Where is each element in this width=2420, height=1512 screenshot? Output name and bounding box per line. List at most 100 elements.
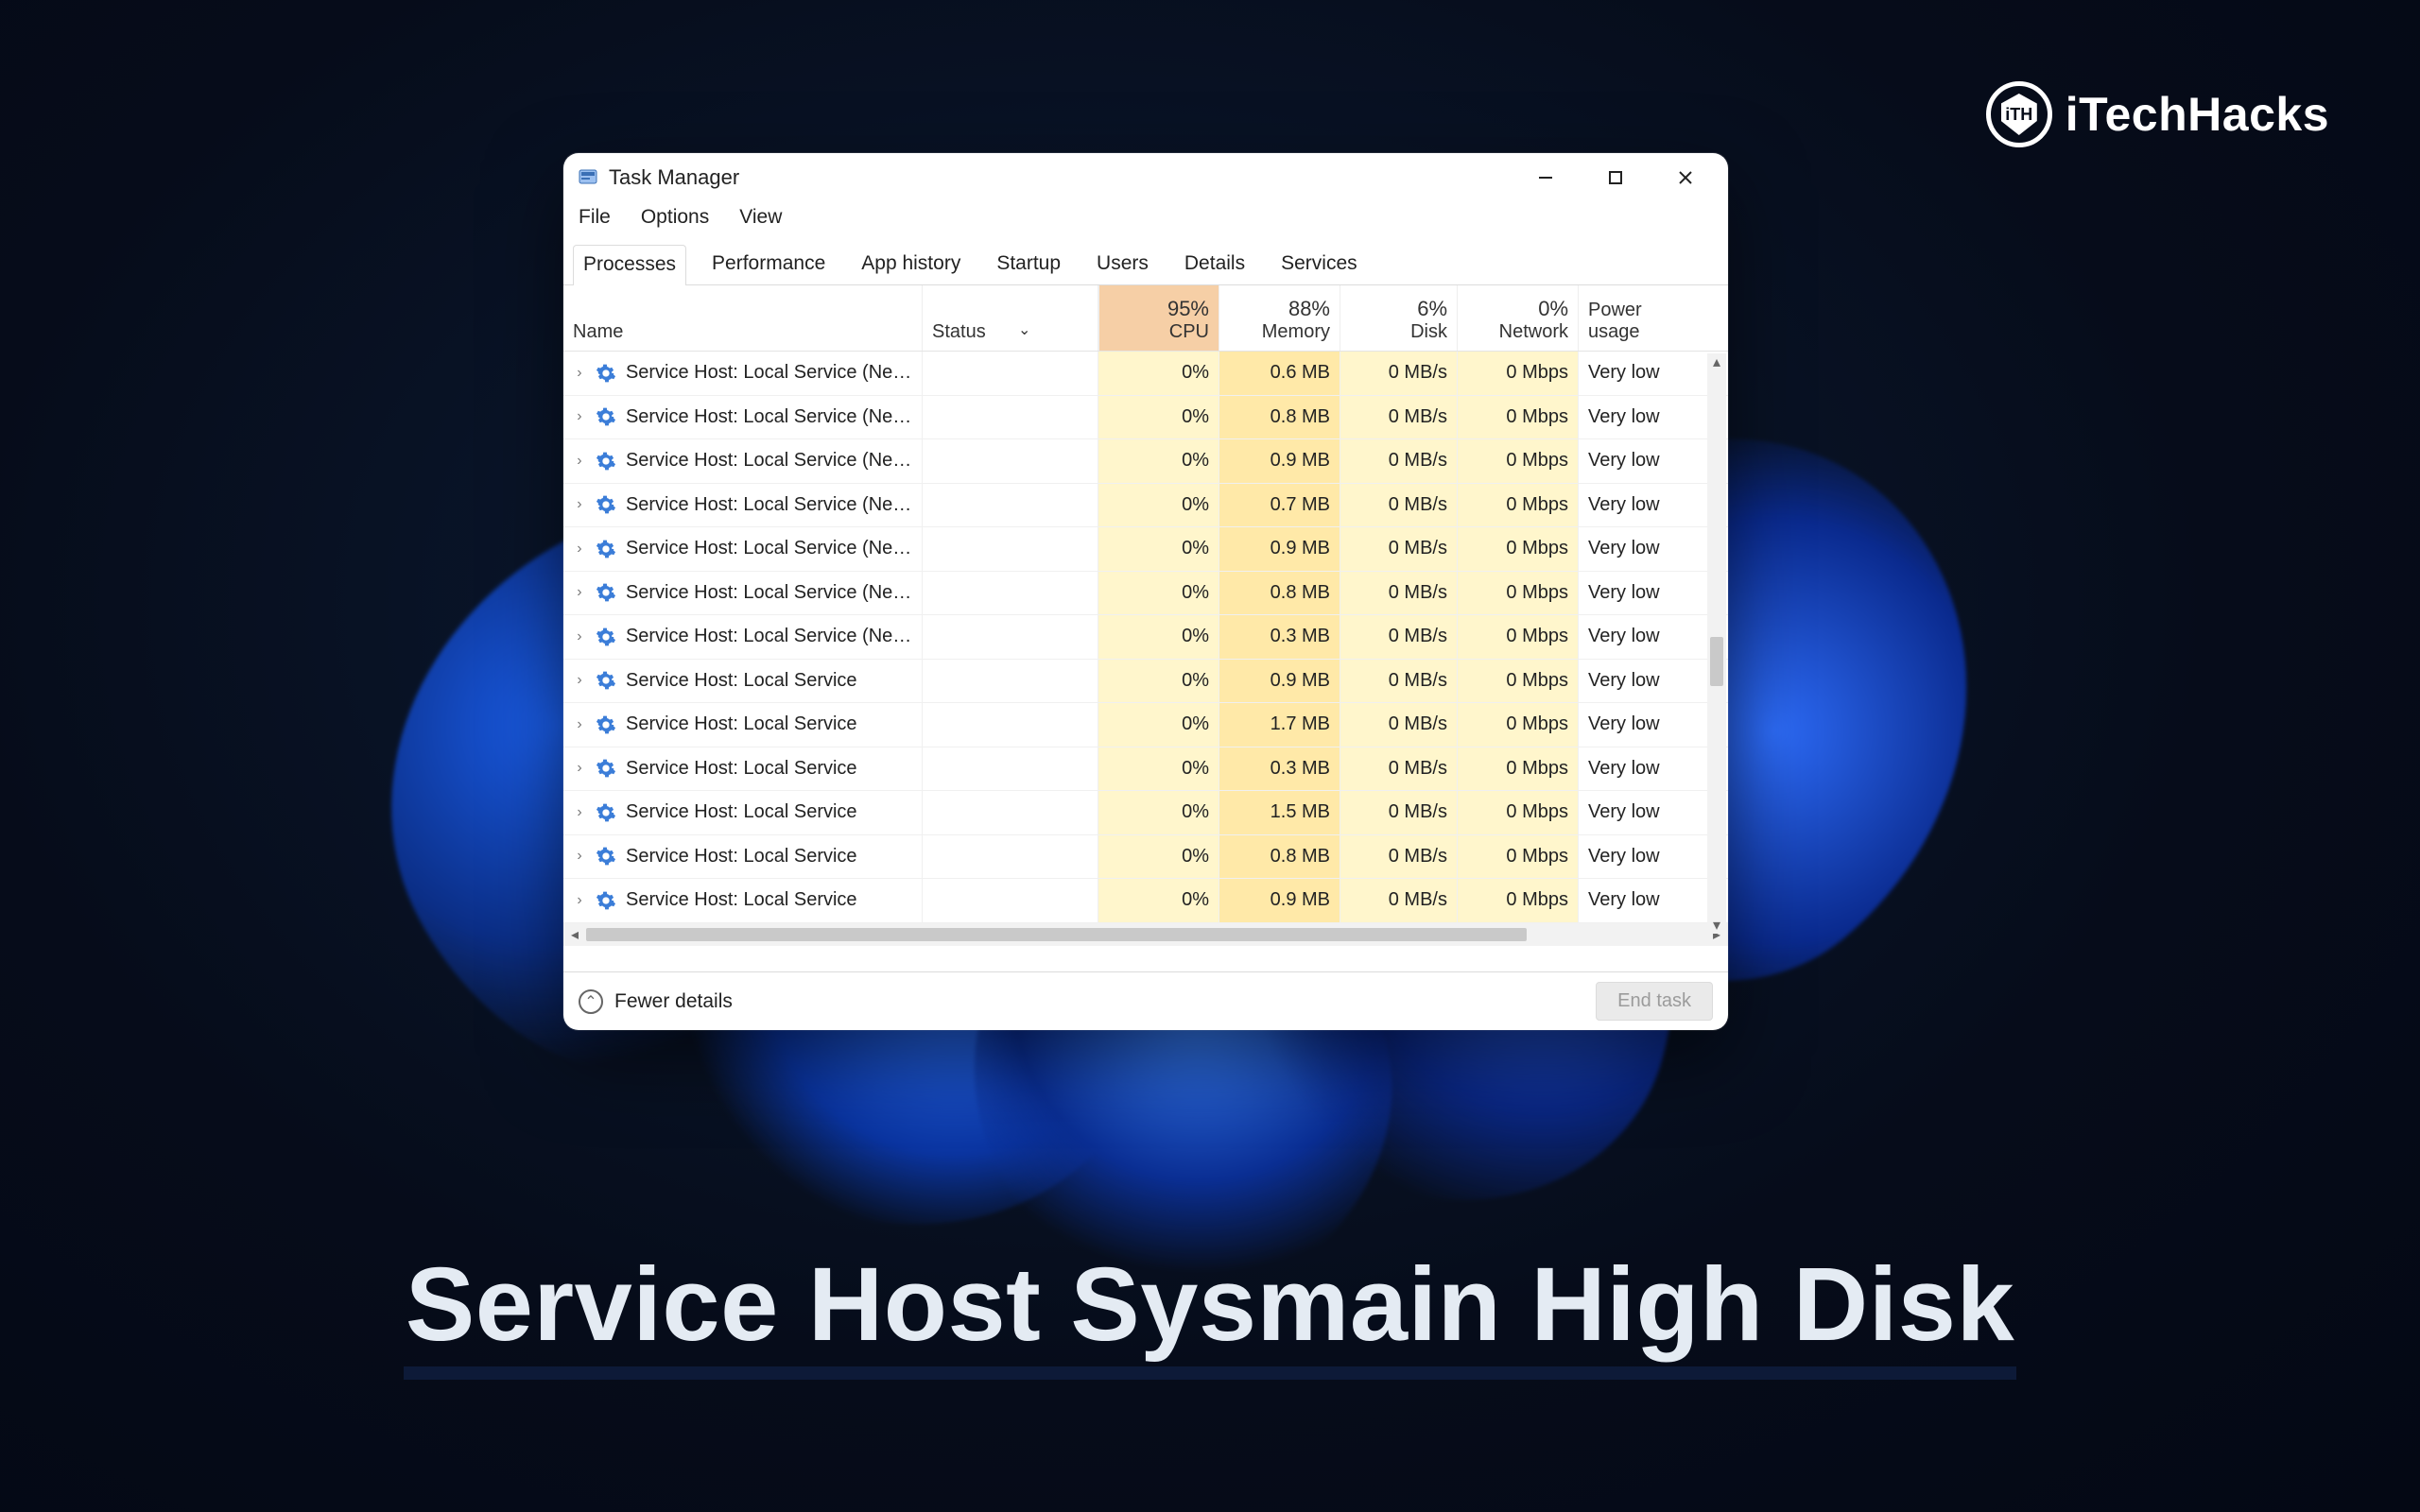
table-row[interactable]: ›Service Host: Local Service (Net...0%0.… xyxy=(563,615,1728,660)
tab-app-history[interactable]: App history xyxy=(851,244,971,284)
expand-chevron-icon[interactable]: › xyxy=(573,716,586,733)
table-row[interactable]: ›Service Host: Local Service (Net...0%0.… xyxy=(563,484,1728,528)
close-button[interactable] xyxy=(1651,153,1720,202)
horizontal-scrollbar[interactable]: ◂ ▸ xyxy=(563,923,1728,946)
table-row[interactable]: ›Service Host: Local Service0%0.8 MB0 MB… xyxy=(563,835,1728,880)
expand-chevron-icon[interactable]: › xyxy=(573,496,586,513)
gear-icon xyxy=(596,582,616,603)
process-name: Service Host: Local Service (Net... xyxy=(626,362,912,384)
table-row[interactable]: ›Service Host: Local Service0%0.9 MB0 MB… xyxy=(563,660,1728,704)
col-power[interactable]: Power usage xyxy=(1579,285,1692,351)
vertical-scrollbar[interactable]: ▴ ▾ xyxy=(1707,353,1726,934)
table-row[interactable]: ›Service Host: Local Service0%1.7 MB0 MB… xyxy=(563,703,1728,747)
process-name: Service Host: Local Service (Net... xyxy=(626,406,912,428)
cell-disk: 0 MB/s xyxy=(1340,527,1458,571)
cell-memory: 0.9 MB xyxy=(1219,439,1340,483)
cell-name: › Service Host: Local Service (Net... xyxy=(563,527,923,571)
cell-status xyxy=(923,615,1098,659)
process-name: Service Host: Local Service (Net... xyxy=(626,538,912,559)
col-cpu[interactable]: ⌄ 95% CPU xyxy=(1098,285,1219,351)
col-memory[interactable]: 88%Memory xyxy=(1219,285,1340,351)
cell-name: ›Service Host: Local Service xyxy=(563,835,923,879)
cell-power: Very low xyxy=(1579,352,1692,395)
col-network[interactable]: 0%Network xyxy=(1458,285,1579,351)
scroll-down-icon[interactable]: ▾ xyxy=(1707,917,1726,934)
cell-disk: 0 MB/s xyxy=(1340,703,1458,747)
gear-icon xyxy=(596,890,616,911)
titlebar[interactable]: Task Manager xyxy=(563,153,1728,202)
tab-details[interactable]: Details xyxy=(1174,244,1255,284)
brand-logo-icon: iTH xyxy=(1986,81,2052,147)
menu-options[interactable]: Options xyxy=(639,204,711,231)
expand-chevron-icon[interactable]: › xyxy=(573,848,586,865)
cell-status xyxy=(923,703,1098,747)
table-row[interactable]: ›Service Host: Local Service0%1.5 MB0 MB… xyxy=(563,791,1728,835)
cell-power: Very low xyxy=(1579,835,1692,879)
expand-chevron-icon[interactable]: › xyxy=(573,584,586,601)
cell-disk: 0 MB/s xyxy=(1340,879,1458,922)
cell-power: Very low xyxy=(1579,703,1692,747)
table-row[interactable]: ›Service Host: Local Service (Net...0%0.… xyxy=(563,352,1728,396)
cell-power: Very low xyxy=(1579,572,1692,615)
tab-startup[interactable]: Startup xyxy=(986,244,1071,284)
tab-processes[interactable]: Processes xyxy=(573,245,686,285)
col-name[interactable]: Name xyxy=(563,285,923,351)
process-name: Service Host: Local Service xyxy=(626,670,857,692)
cell-power: Very low xyxy=(1579,615,1692,659)
cell-cpu: 0% xyxy=(1098,484,1219,527)
minimize-button[interactable] xyxy=(1511,153,1581,202)
tab-services[interactable]: Services xyxy=(1270,244,1368,284)
cell-cpu: 0% xyxy=(1098,572,1219,615)
brand-name: iTechHacks xyxy=(2066,87,2329,142)
fewer-details-chevron-icon[interactable]: ⌃ xyxy=(579,989,603,1014)
cell-power: Very low xyxy=(1579,747,1692,791)
cell-status xyxy=(923,879,1098,922)
expand-chevron-icon[interactable]: › xyxy=(573,408,586,425)
table-row[interactable]: ›Service Host: Local Service0%0.3 MB0 MB… xyxy=(563,747,1728,792)
process-name: Service Host: Local Service xyxy=(626,801,857,823)
expand-chevron-icon[interactable]: › xyxy=(573,892,586,909)
expand-chevron-icon[interactable]: › xyxy=(573,804,586,821)
expand-chevron-icon[interactable]: › xyxy=(573,672,586,689)
scroll-thumb[interactable] xyxy=(1710,637,1723,686)
table-row[interactable]: ›Service Host: Local Service (Net...0%0.… xyxy=(563,396,1728,440)
cell-status xyxy=(923,396,1098,439)
scroll-left-icon[interactable]: ◂ xyxy=(563,925,586,944)
table-row[interactable]: ›Service Host: Local Service (Net...0%0.… xyxy=(563,527,1728,572)
gear-icon xyxy=(596,758,616,779)
cell-status xyxy=(923,352,1098,395)
gear-icon xyxy=(596,670,616,691)
expand-chevron-icon[interactable]: › xyxy=(573,541,586,558)
expand-chevron-icon[interactable]: › xyxy=(573,365,586,382)
fewer-details-label[interactable]: Fewer details xyxy=(614,990,733,1013)
expand-chevron-icon[interactable]: › xyxy=(573,453,586,470)
table-row[interactable]: ›Service Host: Local Service (Net...0%0.… xyxy=(563,439,1728,484)
col-disk[interactable]: 6%Disk xyxy=(1340,285,1458,351)
cell-memory: 1.7 MB xyxy=(1219,703,1340,747)
cell-cpu: 0% xyxy=(1098,747,1219,791)
cell-cpu: 0% xyxy=(1098,439,1219,483)
scroll-up-icon[interactable]: ▴ xyxy=(1707,353,1726,370)
cell-cpu: 0% xyxy=(1098,791,1219,834)
menu-view[interactable]: View xyxy=(737,204,784,231)
hscroll-thumb[interactable] xyxy=(586,928,1527,941)
end-task-button[interactable]: End task xyxy=(1596,982,1713,1021)
cell-status xyxy=(923,747,1098,791)
gear-icon xyxy=(596,539,616,559)
cell-memory: 0.8 MB xyxy=(1219,396,1340,439)
cell-name: › Service Host: Local Service xyxy=(563,747,923,791)
cell-power: Very low xyxy=(1579,791,1692,834)
tab-performance[interactable]: Performance xyxy=(701,244,836,284)
expand-chevron-icon[interactable]: › xyxy=(573,760,586,777)
maximize-button[interactable] xyxy=(1581,153,1651,202)
cell-cpu: 0% xyxy=(1098,703,1219,747)
cell-memory: 0.9 MB xyxy=(1219,527,1340,571)
process-name: Service Host: Local Service xyxy=(626,758,857,780)
expand-chevron-icon[interactable]: › xyxy=(573,628,586,645)
col-status[interactable]: Status xyxy=(923,285,1098,351)
table-row[interactable]: ›Service Host: Local Service (Net...0%0.… xyxy=(563,572,1728,616)
menu-file[interactable]: File xyxy=(577,204,613,231)
table-row[interactable]: ›Service Host: Local Service0%0.9 MB0 MB… xyxy=(563,879,1728,923)
tab-users[interactable]: Users xyxy=(1086,244,1159,284)
cell-network: 0 Mbps xyxy=(1458,879,1579,922)
